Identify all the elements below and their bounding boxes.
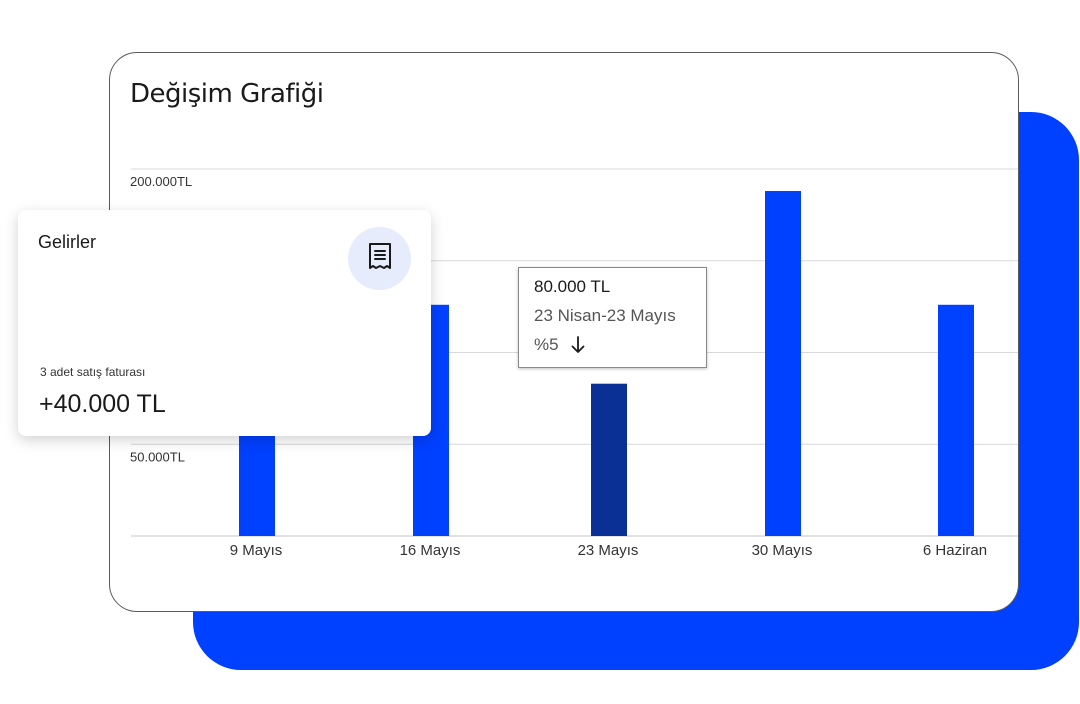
tooltip-value: 80.000 TL <box>534 277 611 296</box>
income-card: Gelirler 3 adet satış faturası +40.000 T… <box>18 210 431 436</box>
tooltip-period: 23 Nisan-23 Mayıs <box>534 306 676 325</box>
y-tick-label: 50.000TL <box>130 449 185 464</box>
chart-tooltip: 80.000 TL 23 Nisan-23 Mayıs %5 <box>518 267 707 368</box>
receipt-icon <box>367 242 393 275</box>
x-tick-label: 9 Mayıs <box>230 542 283 559</box>
bar-3 <box>591 383 627 536</box>
tooltip-change: %5 <box>534 335 691 355</box>
tooltip-change-value: %5 <box>534 335 559 354</box>
x-tick-label: 30 Mayıs <box>752 542 813 559</box>
bar-5 <box>938 304 974 536</box>
x-tick-label: 23 Mayıs <box>578 542 639 559</box>
income-amount: +40.000 TL <box>39 390 166 418</box>
bar-4 <box>765 191 801 536</box>
y-tick-label: 200.000TL <box>130 174 192 189</box>
income-subtitle: 3 adet satış faturası <box>40 365 146 379</box>
x-tick-label: 16 Mayıs <box>400 542 461 559</box>
x-tick-label: 6 Haziran <box>923 542 987 559</box>
arrow-down-icon <box>571 336 585 354</box>
receipt-icon-button[interactable] <box>348 227 411 290</box>
income-title: Gelirler <box>38 232 97 252</box>
